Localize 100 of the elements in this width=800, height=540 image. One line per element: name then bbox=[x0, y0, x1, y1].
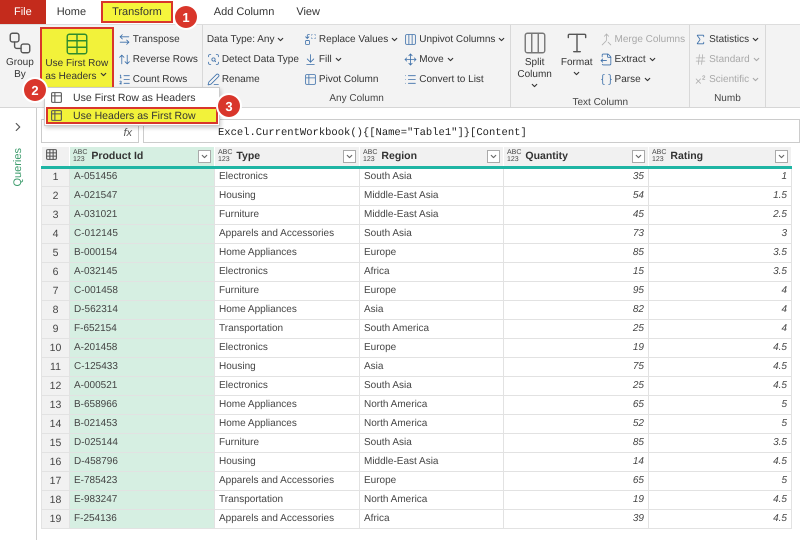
sidebar-title: Queries bbox=[12, 148, 24, 187]
table-cell: North America bbox=[360, 490, 504, 509]
ribbon-button[interactable]: Convert to List bbox=[403, 70, 508, 88]
step-badge: 1 bbox=[175, 6, 197, 28]
table-cell: Europe bbox=[360, 243, 504, 262]
ribbon-tab[interactable]: Transform bbox=[101, 1, 173, 23]
table-cell: 4.5 bbox=[648, 338, 792, 357]
ribbon-button[interactable]: Extract bbox=[598, 50, 686, 68]
table-cell: D-458796 bbox=[70, 452, 214, 471]
ribbon-button[interactable]: Data Type: Any bbox=[206, 30, 300, 48]
row-number: 14 bbox=[42, 414, 70, 433]
table-cell: A-021547 bbox=[70, 186, 214, 205]
ribbon-button[interactable]: Unpivot Columns bbox=[403, 30, 508, 48]
row-number: 15 bbox=[42, 433, 70, 452]
row-number: 9 bbox=[42, 319, 70, 338]
table-cell: Home Appliances bbox=[214, 395, 360, 414]
table-cell: Asia bbox=[360, 357, 504, 376]
row-number: 17 bbox=[42, 471, 70, 490]
step-badge: 2 bbox=[24, 79, 46, 101]
ribbon-button[interactable]: Replace Values bbox=[302, 30, 400, 48]
file-menu-tab[interactable]: File bbox=[0, 0, 46, 24]
table-cell: D-562314 bbox=[70, 300, 214, 319]
table-cell: 3.5 bbox=[648, 262, 792, 281]
table-cell: 5 bbox=[648, 395, 792, 414]
table-cell: 85 bbox=[504, 433, 648, 452]
row-number: 12 bbox=[42, 376, 70, 395]
table-cell: C-125433 bbox=[70, 357, 214, 376]
table-cell: Furniture bbox=[214, 281, 360, 300]
row-number: 3 bbox=[42, 205, 70, 224]
table-cell: A-031021 bbox=[70, 205, 214, 224]
row-number: 6 bbox=[42, 262, 70, 281]
table-cell: B-658966 bbox=[70, 395, 214, 414]
table-cell: A-000521 bbox=[70, 376, 214, 395]
ribbon-button[interactable]: Fill bbox=[302, 50, 400, 68]
table-cell: Electronics bbox=[214, 376, 360, 395]
table-cell: 5 bbox=[648, 414, 792, 433]
table-cell: North America bbox=[360, 395, 504, 414]
table-cell: Europe bbox=[360, 281, 504, 300]
menu-item[interactable]: Use Headers as First Row bbox=[46, 107, 218, 124]
table-cell: 85 bbox=[504, 243, 648, 262]
table-cell: 4.5 bbox=[648, 452, 792, 471]
table-cell: 4 bbox=[648, 281, 792, 300]
table-cell: Middle-East Asia bbox=[360, 205, 504, 224]
table-cell: F-652154 bbox=[70, 319, 214, 338]
table-cell: 54 bbox=[504, 186, 648, 205]
table-cell: 52 bbox=[504, 414, 648, 433]
table-cell: Electronics bbox=[214, 338, 360, 357]
table-cell: Europe bbox=[360, 338, 504, 357]
ribbon-button[interactable]: Pivot Column bbox=[302, 70, 400, 88]
row-number: 8 bbox=[42, 300, 70, 319]
table-cell: 39 bbox=[504, 509, 648, 528]
row-number: 11 bbox=[42, 357, 70, 376]
table-cell: Middle-East Asia bbox=[360, 452, 504, 471]
row-number: 18 bbox=[42, 490, 70, 509]
ribbon-button[interactable]: Transpose bbox=[116, 30, 199, 48]
table-cell: 73 bbox=[504, 224, 648, 243]
row-number: 5 bbox=[42, 243, 70, 262]
ribbon-button[interactable]: Split Column bbox=[514, 27, 555, 97]
table-cell: A-201458 bbox=[70, 338, 214, 357]
table-cell: 5 bbox=[648, 471, 792, 490]
formula-field[interactable]: Excel.CurrentWorkbook(){[Name="Table1"]}[Content] bbox=[143, 119, 800, 143]
table-cell: Africa bbox=[360, 509, 504, 528]
table-cell: 25 bbox=[504, 319, 648, 338]
table-cell: 45 bbox=[504, 205, 648, 224]
table-cell: 4.5 bbox=[648, 490, 792, 509]
table-cell: Apparels and Accessories bbox=[214, 471, 360, 490]
table-cell: 4 bbox=[648, 319, 792, 338]
table-cell: Middle-East Asia bbox=[360, 186, 504, 205]
table-cell: Housing bbox=[214, 357, 360, 376]
table-cell: E-785423 bbox=[70, 471, 214, 490]
table-cell: 1.5 bbox=[648, 186, 792, 205]
table-cell: Home Appliances bbox=[214, 414, 360, 433]
step-badge: 3 bbox=[218, 95, 240, 117]
table-cell: Housing bbox=[214, 186, 360, 205]
ribbon-button[interactable]: Parse bbox=[598, 70, 686, 88]
ribbon-button[interactable]: Rename bbox=[206, 70, 300, 88]
ribbon-button[interactable]: Format bbox=[558, 27, 596, 97]
ribbon-button[interactable]: Statistics bbox=[693, 30, 762, 48]
ribbon-button[interactable]: Move bbox=[403, 50, 508, 68]
table-cell: E-983247 bbox=[70, 490, 214, 509]
table-cell: 4.5 bbox=[648, 357, 792, 376]
ribbon-button[interactable]: Count Rows bbox=[116, 70, 199, 88]
table-cell: 82 bbox=[504, 300, 648, 319]
table-cell: Housing bbox=[214, 452, 360, 471]
table-cell: Apparels and Accessories bbox=[214, 224, 360, 243]
ribbon-button[interactable]: Reverse Rows bbox=[116, 50, 199, 68]
table-cell: Home Appliances bbox=[214, 300, 360, 319]
row-number: 2 bbox=[42, 186, 70, 205]
table-cell: 4.5 bbox=[648, 509, 792, 528]
table-cell: Transportation bbox=[214, 319, 360, 338]
table-cell: 14 bbox=[504, 452, 648, 471]
table-cell: South America bbox=[360, 319, 504, 338]
ribbon-button[interactable]: Detect Data Type bbox=[206, 50, 300, 68]
table-cell: F-254136 bbox=[70, 509, 214, 528]
table-cell: 3 bbox=[648, 224, 792, 243]
table-cell: 4.5 bbox=[648, 376, 792, 395]
table-cell: Furniture bbox=[214, 205, 360, 224]
table-cell: 65 bbox=[504, 395, 648, 414]
row-number: 10 bbox=[42, 338, 70, 357]
table-cell: 65 bbox=[504, 471, 648, 490]
